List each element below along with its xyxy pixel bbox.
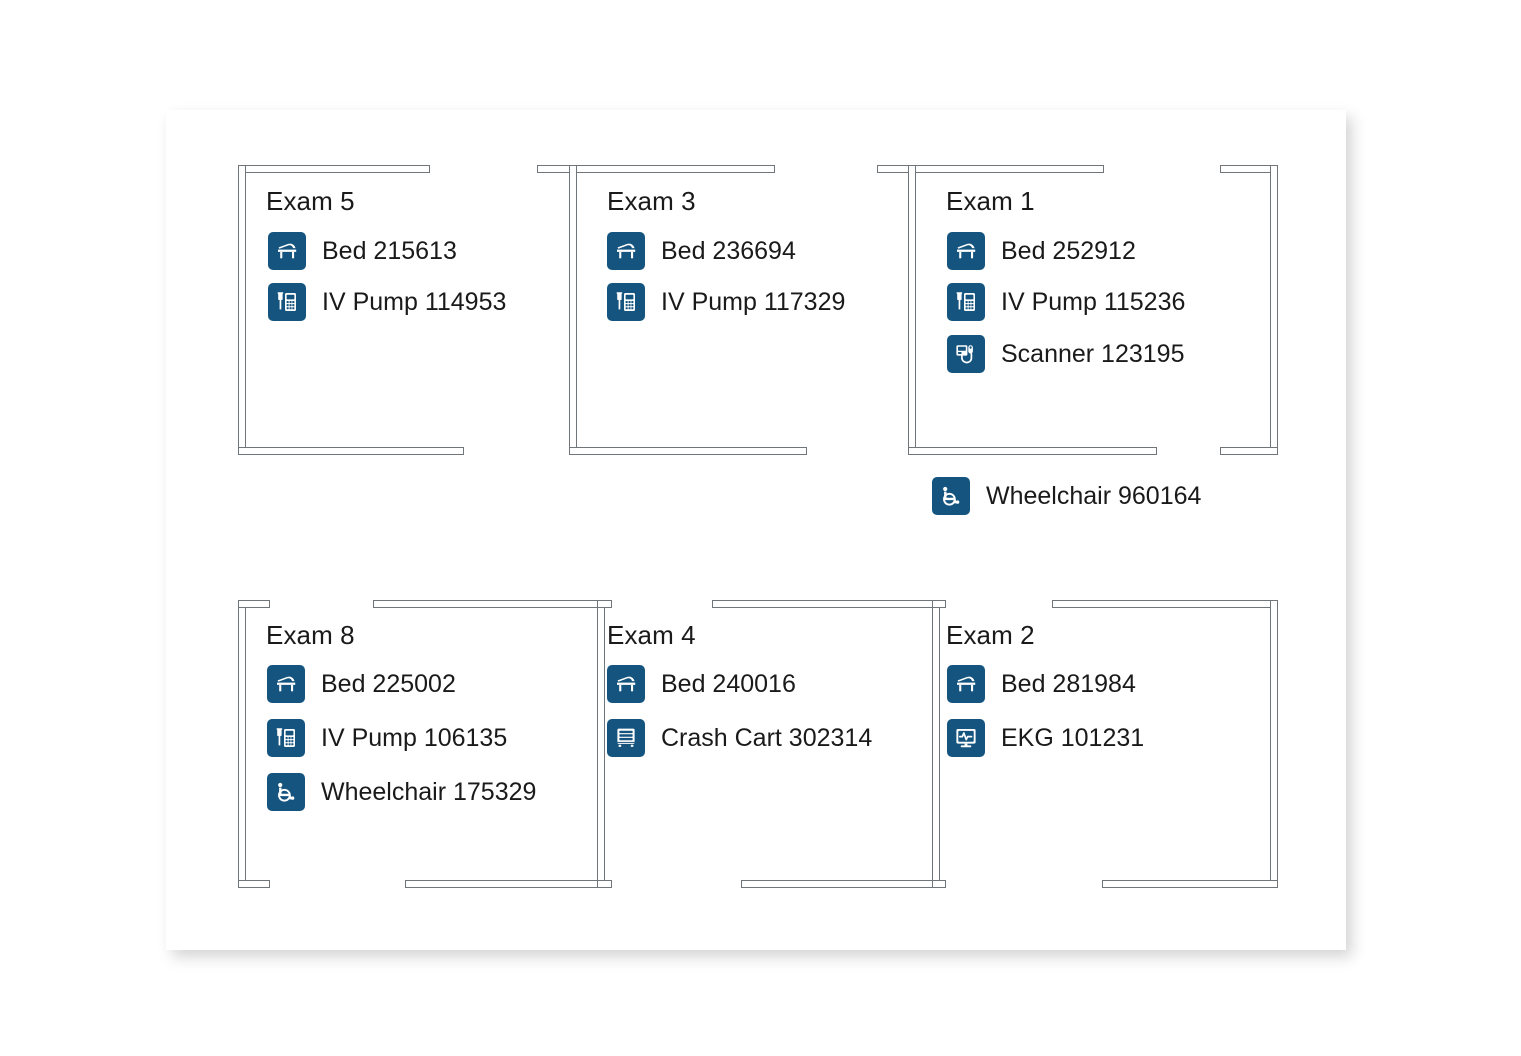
bed-icon (268, 232, 306, 270)
asset-row-exam8-ivpump[interactable]: IV Pump 106135 (267, 719, 507, 757)
wall-exam8-bottom (405, 880, 605, 888)
wall-exam8-left (238, 600, 246, 888)
asset-row-exam3-ivpump[interactable]: IV Pump 117329 (607, 283, 845, 321)
room-title-exam-2: Exam 2 (946, 620, 1035, 650)
wall-top-right-bracket-bottom (1220, 447, 1278, 455)
iv-pump-icon (268, 283, 306, 321)
wall-exam2-right (1270, 600, 1278, 888)
asset-label: Bed 281984 (1001, 669, 1136, 698)
room-title-exam-3: Exam 3 (607, 186, 696, 216)
wall-divider-exam5-exam3-bottom (569, 447, 807, 455)
room-title-exam-8: Exam 8 (266, 620, 355, 650)
asset-label: Wheelchair 960164 (986, 481, 1202, 510)
asset-label: Crash Cart 302314 (661, 723, 873, 752)
wall-exam8-top-stub (238, 600, 270, 608)
wall-exam4-bottom (741, 880, 940, 888)
wheelchair-icon (932, 477, 970, 515)
wall-exam4-top (712, 600, 940, 608)
asset-row-exam2-ekg[interactable]: EKG 101231 (947, 719, 1144, 757)
crash-cart-icon (607, 719, 645, 757)
asset-label: IV Pump 115236 (1001, 287, 1186, 316)
asset-row-exam8-wheelchair[interactable]: Wheelchair 175329 (267, 773, 536, 811)
wall-top-right-bracket-right (1270, 165, 1278, 455)
room-title-exam-5: Exam 5 (266, 186, 355, 216)
asset-row-exam1-ivpump[interactable]: IV Pump 115236 (947, 283, 1185, 321)
asset-label: Bed 236694 (661, 236, 796, 265)
wall-exam2-top (1052, 600, 1278, 608)
floor-plan-card: Exam 5 Bed 215613 IV Pump 114953 Exam 3 … (166, 110, 1346, 950)
asset-label: Wheelchair 175329 (321, 777, 537, 806)
asset-label: Bed 240016 (661, 669, 796, 698)
asset-label: Bed 225002 (321, 669, 456, 698)
wall-exam5-top (238, 165, 430, 173)
wall-exam8-top (373, 600, 605, 608)
wall-divider-exam3-exam1-stem (908, 165, 916, 455)
wall-divider-exam8-exam4-top (597, 600, 612, 608)
wheelchair-icon (267, 773, 305, 811)
wall-divider-exam4-exam2-bottom (932, 880, 946, 888)
asset-label: IV Pump 114953 (322, 287, 507, 316)
asset-label: Scanner 123195 (1001, 339, 1185, 368)
bed-icon (607, 665, 645, 703)
wall-divider-exam5-exam3-stem (569, 165, 577, 455)
room-title-exam-1: Exam 1 (946, 186, 1035, 216)
asset-row-exam3-bed[interactable]: Bed 236694 (607, 232, 796, 270)
room-title-exam-4: Exam 4 (607, 620, 696, 650)
wall-divider-exam4-exam2-stem (932, 600, 940, 888)
floor-plan-screen: Exam 5 Bed 215613 IV Pump 114953 Exam 3 … (0, 0, 1521, 1056)
wall-divider-exam4-exam2-top (932, 600, 946, 608)
bed-icon (947, 232, 985, 270)
asset-row-exam5-ivpump[interactable]: IV Pump 114953 (268, 283, 506, 321)
asset-row-exam1-scanner[interactable]: Scanner 123195 (947, 335, 1184, 373)
asset-label: Bed 252912 (1001, 236, 1136, 265)
wall-divider-exam8-exam4-bottom (597, 880, 612, 888)
iv-pump-icon (267, 719, 305, 757)
iv-pump-icon (947, 283, 985, 321)
asset-row-exam4-bed[interactable]: Bed 240016 (607, 665, 796, 703)
asset-row-exam2-bed[interactable]: Bed 281984 (947, 665, 1136, 703)
iv-pump-icon (607, 283, 645, 321)
asset-row-corridor-wheelchair[interactable]: Wheelchair 960164 (932, 477, 1201, 515)
ekg-icon (947, 719, 985, 757)
scanner-icon (947, 335, 985, 373)
asset-row-exam8-bed[interactable]: Bed 225002 (267, 665, 456, 703)
wall-divider-exam8-exam4-stem (597, 600, 605, 888)
wall-exam5-left (238, 165, 246, 455)
wall-exam2-bottom (1102, 880, 1278, 888)
asset-label: EKG 101231 (1001, 723, 1145, 752)
asset-row-exam5-bed[interactable]: Bed 215613 (268, 232, 457, 270)
bed-icon (267, 665, 305, 703)
asset-row-exam1-bed[interactable]: Bed 252912 (947, 232, 1136, 270)
asset-row-exam4-crashcart[interactable]: Crash Cart 302314 (607, 719, 872, 757)
bed-icon (947, 665, 985, 703)
bed-icon (607, 232, 645, 270)
wall-exam5-bottom (238, 447, 464, 455)
wall-exam8-bottom-stub (238, 880, 270, 888)
wall-divider-exam3-exam1-bottom (908, 447, 1157, 455)
asset-label: IV Pump 106135 (321, 723, 508, 752)
asset-label: IV Pump 117329 (661, 287, 846, 316)
asset-label: Bed 215613 (322, 236, 457, 265)
